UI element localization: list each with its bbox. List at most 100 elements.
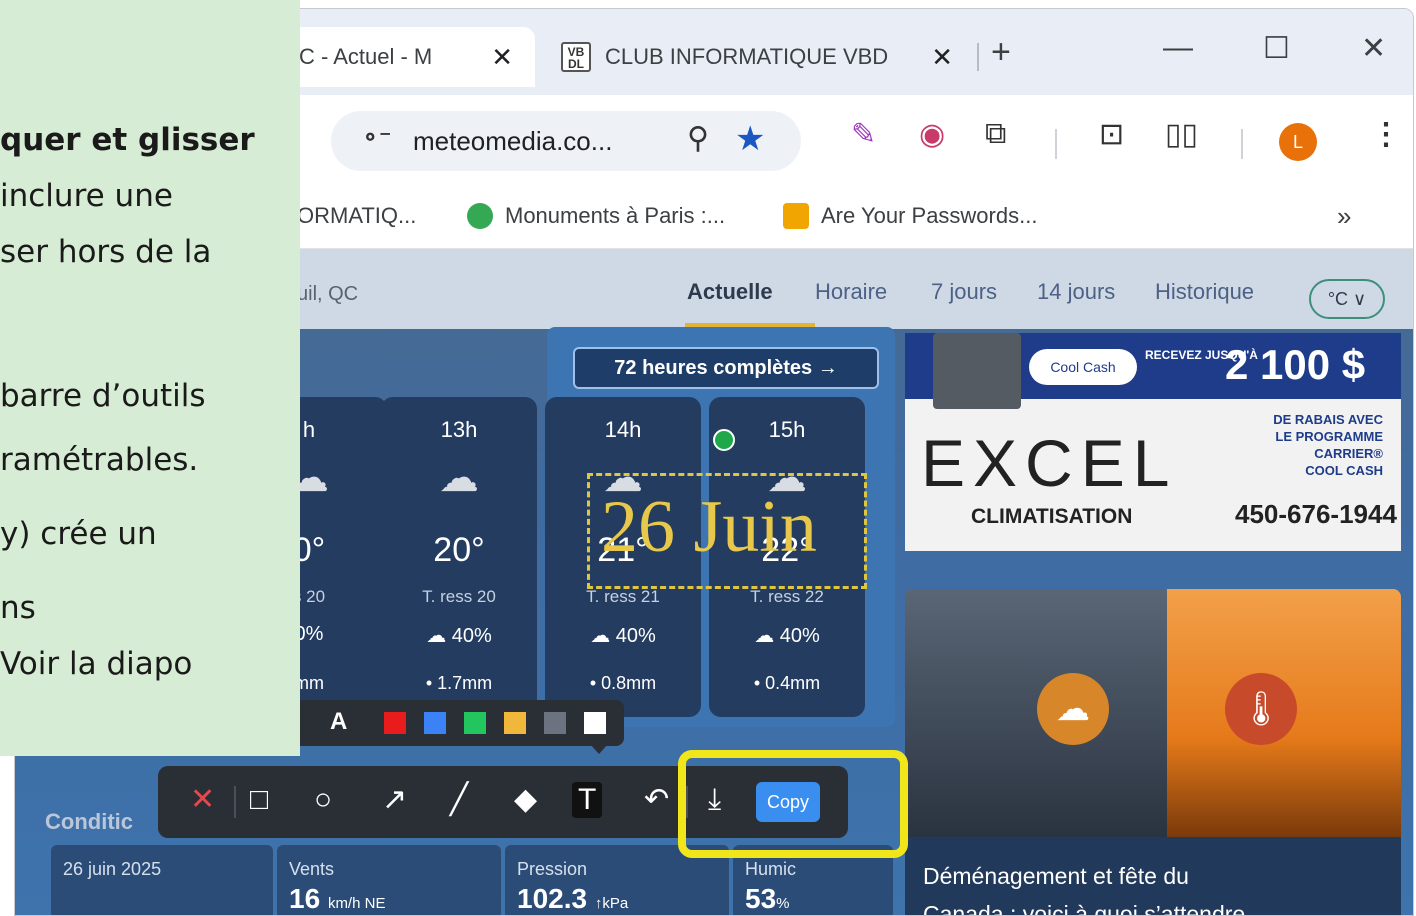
current-date: 26 juin 2025 [63, 859, 162, 879]
hour-feels: T. ress 22 [750, 587, 824, 606]
undo-icon[interactable]: ↶ [644, 782, 669, 818]
tab-title: CLUB INFORMATIQUE VBD [605, 44, 889, 69]
article-image[interactable]: ☁ 🌡 [905, 589, 1401, 837]
note-line: inclure une [0, 178, 173, 214]
stat-label: Humic [745, 859, 797, 879]
discard-icon[interactable]: ✕ [190, 782, 215, 818]
article-card[interactable]: Déménagement et fête du Canada : voici à… [905, 837, 1401, 915]
hour-precip: ☁ 40% [426, 625, 492, 647]
screen-capture-icon[interactable]: ⊡ [1099, 117, 1124, 152]
bookmark-star-icon[interactable]: ★ [735, 119, 765, 159]
pen-tool-icon[interactable]: ╱ [450, 782, 468, 818]
stat-value: 16 km/h NE [289, 883, 386, 914]
slide-note-panel: quer et glisser inclure une ser hors de … [0, 0, 300, 756]
excel-ad[interactable]: Cool Cash RECEVEZ JUSQU'À 2 100 $ EXCEL … [905, 333, 1401, 551]
highlight-frame [678, 750, 908, 858]
ad-rabais: DE RABAIS AVEC LE PROGRAMME CARRIER® COO… [1205, 411, 1383, 479]
note-line: ramétrables. [0, 442, 199, 478]
ac-unit-image [933, 333, 1021, 409]
ad-rabais-line: DE RABAIS AVEC [1273, 412, 1383, 427]
article-title-line: Déménagement et fête du [923, 863, 1189, 889]
rotate-handle[interactable] [713, 429, 735, 451]
address-text[interactable]: meteomedia.co... [413, 126, 612, 157]
font-size-large-button[interactable]: A [330, 708, 347, 736]
color-blue-swatch[interactable] [424, 712, 446, 734]
color-green-swatch[interactable] [464, 712, 486, 734]
close-window-icon[interactable]: ✕ [1361, 31, 1386, 66]
ad-rabais-line: CARRIER® [1314, 446, 1383, 461]
note-line: ns [0, 590, 36, 626]
bookmark-label: Monuments à Paris :... [505, 203, 726, 228]
color-white-swatch[interactable] [584, 712, 606, 734]
tab-title: C - Actuel - M [299, 44, 433, 69]
minimize-icon[interactable]: — [1163, 31, 1193, 65]
unit-selector[interactable]: °C ∨ [1309, 279, 1385, 319]
toolbar-divider [1055, 129, 1057, 159]
nav-7-jours[interactable]: 7 jours [931, 279, 997, 305]
nav-historique[interactable]: Historique [1155, 279, 1254, 305]
nav-horaire[interactable]: Horaire [815, 279, 887, 305]
toolbar-divider [234, 786, 236, 818]
arrow-tool-icon[interactable]: ↗ [382, 782, 407, 818]
vbdl-favicon-icon: VB DL [561, 42, 591, 72]
nav-14-jours[interactable]: 14 jours [1037, 279, 1115, 305]
hour-label: 14h [604, 417, 642, 442]
zoom-icon[interactable]: ⚲ [687, 121, 709, 156]
bookmark-label: ORMATIQ... [297, 203, 417, 228]
bookmark-item[interactable]: ORMATIQ... [297, 203, 416, 229]
conditions-heading: Conditic [45, 809, 133, 834]
note-line: ser hors de la [0, 234, 212, 270]
text-tool-icon[interactable]: T [572, 782, 603, 818]
ad-climatisation: CLIMATISATION [971, 505, 1133, 528]
hour-feels: T. ress 20 [422, 587, 496, 606]
wind-stat: Vents 16 km/h NE [277, 845, 501, 915]
feather-extension-icon[interactable]: ✎ [851, 117, 876, 152]
palette-pointer [590, 744, 608, 754]
nav-actuelle[interactable]: Actuelle [687, 279, 773, 305]
note-line: barre d’outils [0, 378, 206, 414]
extensions-puzzle-icon[interactable]: ⧉ [985, 117, 1006, 151]
ad-phone: 450-676-1944 [1235, 499, 1397, 529]
hour-card[interactable]: 13h ☁ 20° T. ress 20 ☁ 40% • 1.7mm [381, 397, 537, 717]
ellipse-tool-icon[interactable]: ○ [314, 782, 332, 818]
color-gray-swatch[interactable] [544, 712, 566, 734]
coolcash-logo: Cool Cash [1029, 349, 1137, 385]
reading-mode-icon[interactable]: ▯▯ [1165, 117, 1198, 152]
annotation-palette: A A [258, 700, 624, 754]
menu-dots-icon[interactable]: ⋮ [1371, 117, 1401, 152]
marker-tool-icon[interactable]: ◆ [514, 782, 537, 818]
lens-extension-icon[interactable]: ◉ [919, 117, 945, 152]
close-tab-icon[interactable]: ✕ [931, 42, 953, 73]
72h-link[interactable]: 72 heures complètes → [573, 347, 879, 389]
hour-rain: • 0.8mm [589, 673, 657, 693]
excel-logo: EXCEL [921, 426, 1178, 500]
new-tab-icon[interactable]: + [991, 33, 1011, 72]
bookmark-label: Are Your Passwords... [821, 203, 1038, 228]
hour-rain: • 1.7mm [425, 673, 493, 693]
bookmark-item[interactable]: Are Your Passwords... [783, 203, 1037, 229]
more-bookmarks-icon[interactable]: » [1337, 201, 1351, 232]
screenshot-root: { "note": { "lines": ["quer et glisser",… [0, 0, 1416, 916]
address-bar[interactable]: ⚬⁻ meteomedia.co... ⚲ ★ [331, 111, 801, 171]
hour-rain: • 0.4mm [753, 673, 821, 693]
storm-image [905, 589, 1167, 837]
thermometer-icon: 🌡 [1225, 673, 1297, 745]
site-settings-icon[interactable]: ⚬⁻ [361, 125, 391, 151]
hour-precip: ☁ 40% [590, 625, 656, 647]
stat-label: Vents [289, 859, 335, 879]
tab-club-informatique[interactable]: VB DL CLUB INFORMATIQUE VBD ✕ [545, 27, 975, 87]
stat-value: 53% [745, 883, 790, 914]
rectangle-tool-icon[interactable]: □ [250, 782, 268, 818]
color-yellow-swatch[interactable] [504, 712, 526, 734]
rain-cloud-icon: ☁ [439, 456, 479, 500]
annotation-text[interactable]: 26 Juin [601, 485, 817, 570]
location-label: uil, QC [297, 283, 359, 305]
close-tab-icon[interactable]: ✕ [491, 42, 513, 73]
profile-avatar[interactable]: L [1279, 123, 1317, 161]
color-red-swatch[interactable] [384, 712, 406, 734]
tripadvisor-icon [467, 203, 493, 229]
storm-icon: ☁ [1037, 673, 1109, 745]
bookmark-item[interactable]: Monuments à Paris :... [467, 203, 725, 229]
article-title: Déménagement et fête du Canada : voici à… [923, 857, 1264, 915]
maximize-icon[interactable]: ☐ [1263, 31, 1290, 66]
